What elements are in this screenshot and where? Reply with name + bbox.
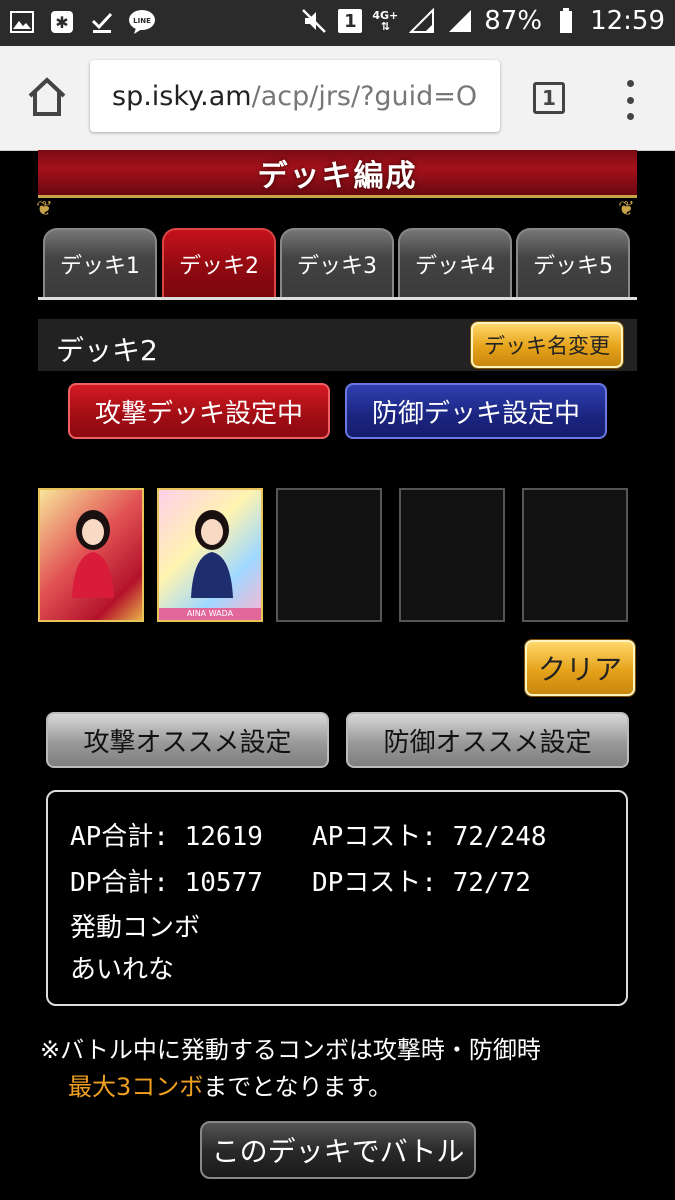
deck-card-slot-5[interactable] [522, 488, 628, 622]
battery-percent: 87% [484, 6, 543, 36]
ornament-left-icon: ❦ [36, 196, 53, 220]
ap-cost: APコスト: 72/248 [312, 822, 547, 852]
image-icon [8, 8, 36, 36]
network-label: 4G+ [372, 9, 399, 22]
note-text: ※バトル中に発動するコンボは攻撃時・防御時 [40, 1036, 541, 1064]
note-text-2: 最大3コンボまでとなります。 [68, 1067, 392, 1102]
deck-card-slot-4[interactable] [399, 488, 505, 622]
deck-card-slot-1[interactable] [38, 488, 144, 622]
ap-total: AP合計: 12619 [70, 822, 263, 852]
mute-icon [300, 7, 328, 35]
home-icon[interactable] [24, 74, 70, 120]
note-rest: までとなります。 [203, 1073, 393, 1101]
clock: 12:59 [590, 6, 665, 36]
tab-deck-3[interactable]: デッキ3 [280, 228, 394, 298]
attack-recommend-button[interactable]: 攻撃オススメ設定 [46, 712, 329, 768]
url-bar[interactable]: sp.isky.am/acp/jrs/?guid=O [90, 60, 500, 132]
overflow-menu-icon[interactable] [624, 80, 636, 120]
rename-deck-button[interactable]: デッキ名変更 [471, 322, 623, 368]
network-type: 4G+ ⇅ [372, 9, 399, 33]
attack-deck-status-button[interactable]: 攻撃デッキ設定中 [68, 383, 330, 439]
tab-divider [38, 297, 637, 300]
idol-portrait-1 [72, 510, 114, 598]
note-highlight: 最大3コンボ [68, 1073, 204, 1101]
deck-name: デッキ2 [56, 334, 158, 367]
sim-badge: 1 [338, 9, 363, 33]
card-caption: AINA WADA [159, 608, 261, 620]
deck-tabs: デッキ1 デッキ2 デッキ3 デッキ4 デッキ5 [43, 228, 637, 298]
app-notification-icon: ✱ [48, 8, 76, 36]
download-done-icon [88, 8, 116, 36]
signal-icon-2 [446, 7, 474, 35]
tab-deck-1[interactable]: デッキ1 [43, 228, 157, 298]
tab-switcher-button[interactable]: 1 [533, 82, 565, 114]
clear-button[interactable]: クリア [525, 640, 635, 696]
tab-deck-5[interactable]: デッキ5 [516, 228, 630, 298]
browser-toolbar: sp.isky.am/acp/jrs/?guid=O 1 [0, 46, 675, 151]
line-icon: LINE [128, 8, 156, 36]
tab-deck-4[interactable]: デッキ4 [398, 228, 512, 298]
signal-icon [408, 7, 436, 35]
defense-recommend-button[interactable]: 防御オススメ設定 [346, 712, 629, 768]
tab-deck-2[interactable]: デッキ2 [162, 228, 276, 298]
notification-icons: ✱ LINE [8, 8, 156, 36]
battle-with-deck-button[interactable]: このデッキでバトル [200, 1121, 476, 1179]
svg-text:LINE: LINE [133, 17, 151, 25]
deck-stats-panel: AP合計: 12619 APコスト: 72/248 DP合計: 10577 DP… [46, 790, 628, 1006]
idol-portrait-2 [191, 510, 233, 598]
url-host: sp.isky.am [112, 80, 252, 112]
deck-card-slot-3[interactable] [276, 488, 382, 622]
status-bar: ✱ LINE 1 4G+ ⇅ 87% 12:59 [0, 0, 675, 46]
svg-text:✱: ✱ [55, 13, 68, 32]
deck-name-row: デッキ2 デッキ名変更 [38, 319, 637, 371]
dp-cost: DPコスト: 72/72 [312, 868, 531, 898]
dp-total: DP合計: 10577 [70, 868, 263, 898]
system-indicators: 1 4G+ ⇅ 87% 12:59 [300, 6, 665, 36]
url-path: /acp/jrs/?guid=O [251, 80, 478, 112]
defense-deck-status-button[interactable]: 防御デッキ設定中 [345, 383, 607, 439]
ornament-right-icon: ❦ [618, 196, 635, 220]
battery-icon [552, 7, 580, 35]
page-title-banner: デッキ編成 [38, 150, 637, 198]
page-title: デッキ編成 [257, 158, 418, 194]
combo-label: 発動コンボ [70, 913, 201, 943]
combo-value: あいれな [70, 955, 175, 985]
deck-card-slot-2[interactable]: AINA WADA [157, 488, 263, 622]
